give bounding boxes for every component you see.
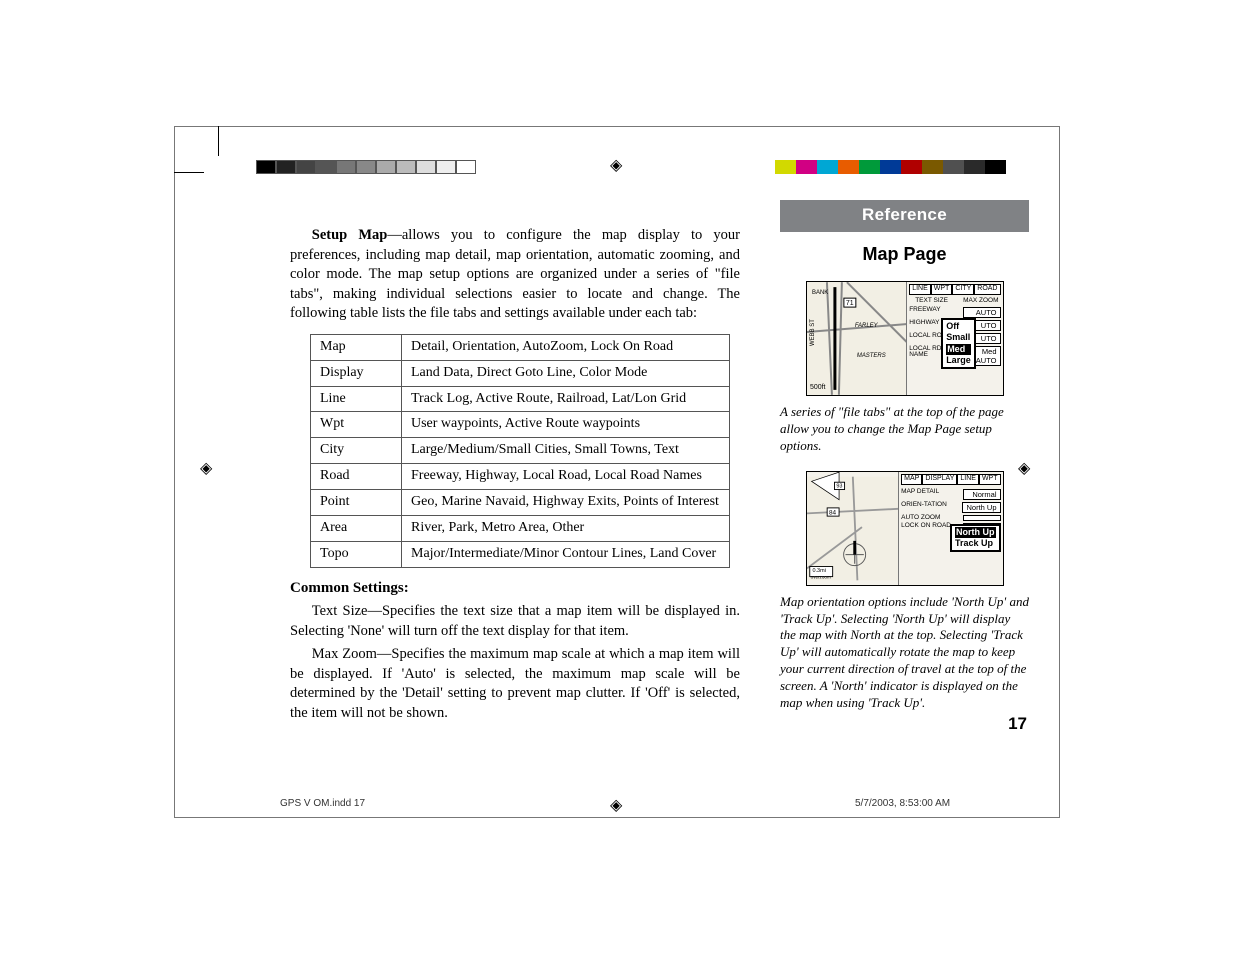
setup-map-label: Setup Map <box>312 227 388 243</box>
screenshot-file-tabs: BANK WEBB ST FARLEY MASTERS 71 500ft LIN… <box>806 281 1004 396</box>
svg-text:71: 71 <box>845 300 853 307</box>
svg-text:MASTERS: MASTERS <box>856 353 885 359</box>
main-text-column: Setup Map—allows you to configure the ma… <box>290 226 740 727</box>
table-row: AreaRiver, Park, Metro Area, Other <box>311 516 730 542</box>
reference-bar: Reference <box>780 200 1029 232</box>
svg-text:BANK: BANK <box>811 290 827 296</box>
table-row: MapDetail, Orientation, AutoZoom, Lock O… <box>311 334 730 360</box>
svg-text:0.3mi: 0.3mi <box>812 568 825 574</box>
settings-table: MapDetail, Orientation, AutoZoom, Lock O… <box>310 334 730 568</box>
svg-text:overzoom: overzoom <box>810 574 830 579</box>
svg-text:WEBB ST: WEBB ST <box>809 319 815 346</box>
footer-filename: GPS V OM.indd 17 <box>280 798 365 809</box>
sidebar-column: Reference Map Page BANK WEBB ST FARLEY M… <box>780 200 1029 728</box>
max-zoom-paragraph: Max Zoom—Specifies the maximum map scale… <box>290 645 740 723</box>
crop-mark <box>174 172 204 173</box>
table-row: WptUser waypoints, Active Route waypoint… <box>311 412 730 438</box>
table-row: LineTrack Log, Active Route, Railroad, L… <box>311 386 730 412</box>
table-row: PointGeo, Marine Navaid, Highway Exits, … <box>311 490 730 516</box>
registration-mark-icon <box>610 157 628 175</box>
text-size-paragraph: Text Size—Specifies the text size that a… <box>290 602 740 641</box>
page-number: 17 <box>1008 714 1027 734</box>
mini-panel-2: MAPDISPLAYLINEWPT MAP DETAILNormalORIEN-… <box>899 472 1002 585</box>
caption-2: Map orientation options include 'North U… <box>780 594 1029 712</box>
table-row: CityLarge/Medium/Small Cities, Small Tow… <box>311 438 730 464</box>
text-size-menu: Off Small Med Large <box>941 318 976 369</box>
table-row: DisplayLand Data, Direct Goto Line, Colo… <box>311 360 730 386</box>
map-page-heading: Map Page <box>780 244 1029 265</box>
screenshot-orientation: 84 93 0.3mi overzoom MAPDISPLAYLINEWPT M… <box>806 471 1004 586</box>
svg-text:93: 93 <box>836 483 842 489</box>
registration-mark-icon <box>610 797 628 815</box>
table-row: TopoMajor/Intermediate/Minor Contour Lin… <box>311 541 730 567</box>
grayscale-colorbar <box>256 160 476 174</box>
crop-mark <box>218 126 219 156</box>
caption-1: A series of "file tabs" at the top of th… <box>780 404 1029 455</box>
cmyk-colorbar <box>775 160 1027 174</box>
footer-timestamp: 5/7/2003, 8:53:00 AM <box>855 798 950 809</box>
svg-text:500ft: 500ft <box>809 384 825 391</box>
table-row: RoadFreeway, Highway, Local Road, Local … <box>311 464 730 490</box>
svg-text:84: 84 <box>828 509 836 516</box>
mini-map-1: BANK WEBB ST FARLEY MASTERS 71 500ft <box>807 282 908 395</box>
svg-text:FARLEY: FARLEY <box>854 323 878 329</box>
mini-map-2: 84 93 0.3mi overzoom <box>807 472 900 585</box>
mini-panel-1: LINEWPTCITYROAD TEXT SIZE MAX ZOOM FREEW… <box>907 282 1002 395</box>
common-settings-header: Common Settings: <box>290 578 740 598</box>
orientation-menu: North Up Track Up <box>950 524 1001 553</box>
registration-mark-icon <box>200 460 218 478</box>
